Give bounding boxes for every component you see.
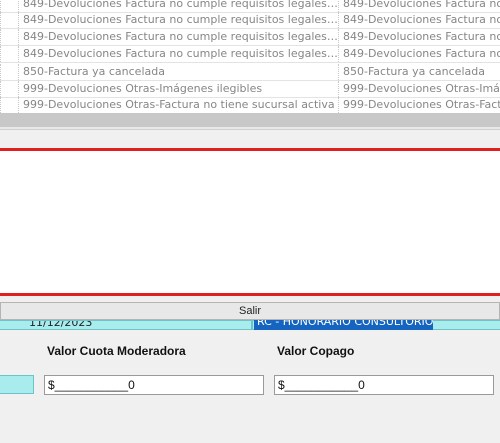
row-header-divider [18,12,19,28]
table-row[interactable]: 999-Devoluciones Otras-Factura no tiene … [0,97,500,113]
grid-cell: 849-Devoluciones Factura no cump [338,29,500,45]
grid-cell: 849-Devoluciones Factura no cump [338,12,500,28]
grid-cell: 850-Factura ya cancelada [338,64,500,80]
row-header-divider [18,97,19,113]
table-row[interactable]: 849-Devoluciones Factura no cumple requi… [0,29,500,46]
cuota-moderadora-label: Valor Cuota Moderadora [47,344,186,358]
grid-cell: 849-Devoluciones Factura no cump [338,0,500,12]
row-header-divider [18,46,19,62]
scrollbar-track [0,127,500,130]
date-field[interactable]: 11/12/2023 [0,320,252,330]
selected-concept-text: RC - HONORARIO CONSULTORIO [257,320,433,328]
observation-panel[interactable] [0,148,500,296]
table-row[interactable]: 850-Factura ya cancelada 850-Factura ya … [0,64,500,81]
date-value: 11/12/2023 [29,320,93,329]
cuota-moderadora-input[interactable]: $___________0 [44,375,264,395]
row-header-divider [18,0,19,12]
copago-input[interactable]: $___________0 [274,375,494,395]
grid-cell: 849-Devoluciones Factura no cump [338,46,500,62]
grid-cell: 849-Devoluciones Factura no cumple requi… [0,29,338,45]
row-header-divider [18,81,19,97]
selected-concept: RC - HONORARIO CONSULTORIO [254,320,433,330]
salir-button[interactable]: Salir [0,302,500,320]
table-row[interactable]: 849-Devoluciones Factura no cumple requi… [0,46,500,63]
grid-cell: 849-Devoluciones Factura no cumple requi… [0,12,338,28]
grid-cell: 849-Devoluciones Factura no cumple requi… [0,0,338,12]
grid-cell: 850-Factura ya cancelada [0,64,338,80]
copago-label: Valor Copago [277,344,355,358]
grid-cell: 849-Devoluciones Factura no cumple requi… [0,46,338,62]
grid-cell: 999-Devoluciones Otras-Factura no tiene … [0,97,338,113]
row-header-divider [18,29,19,45]
row-header-divider [18,64,19,80]
grid-cell: 999-Devoluciones Otras-Factura [338,97,500,113]
grid-cell: 999-Devoluciones Otras-Imágenes [338,81,500,97]
horizontal-scrollbar[interactable] [0,113,500,127]
table-row[interactable]: 999-Devoluciones Otras-Imágenes ilegible… [0,81,500,98]
causal-grid: 849-Devoluciones Factura no cumple requi… [0,0,500,113]
left-cyan-field[interactable] [0,375,34,394]
grid-cell: 999-Devoluciones Otras-Imágenes ilegible… [0,81,338,97]
table-row[interactable]: 849-Devoluciones Factura no cumple requi… [0,12,500,29]
